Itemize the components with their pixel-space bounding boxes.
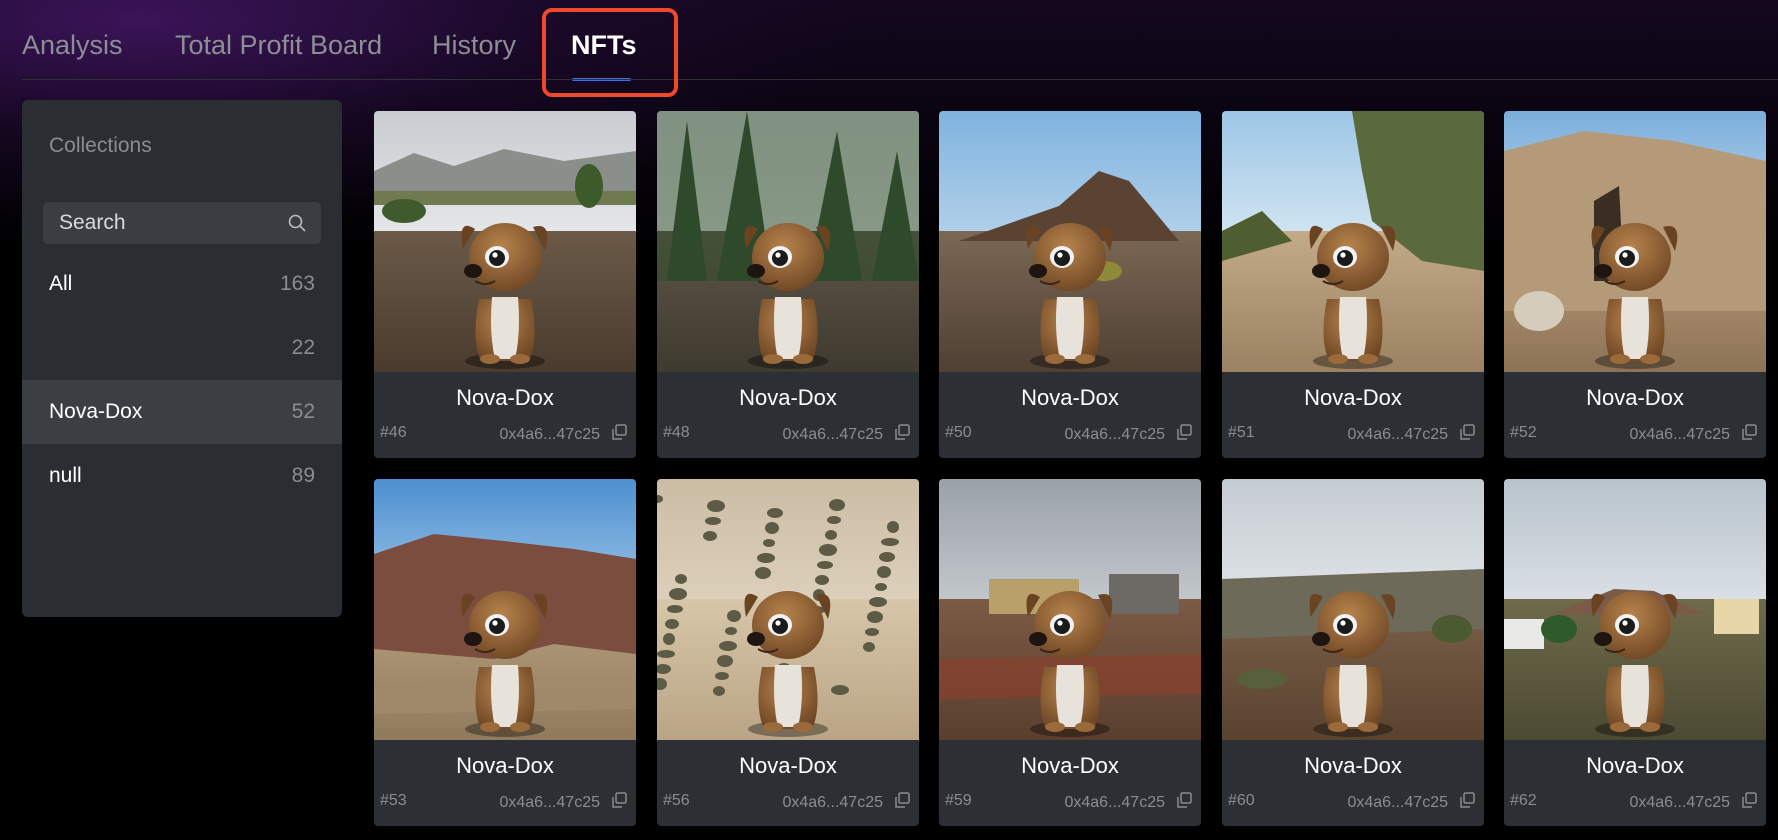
nft-name: Nova-Dox xyxy=(739,385,837,410)
nft-card[interactable]: Nova-Dox #50 0x4a6...47c25 xyxy=(939,111,1201,458)
nft-card[interactable]: Nova-Dox #46 0x4a6...47c25 xyxy=(374,111,636,458)
nft-contract-address: 0x4a6...47c25 xyxy=(1064,794,1165,811)
copy-icon[interactable] xyxy=(1458,791,1476,809)
nft-contract-address: 0x4a6...47c25 xyxy=(1629,426,1730,443)
highlight-annotation-box xyxy=(542,8,678,97)
collection-item-all[interactable]: All 163 xyxy=(22,252,342,316)
collection-count: 52 xyxy=(291,400,315,423)
copy-icon[interactable] xyxy=(893,423,911,441)
nft-contract-address: 0x4a6...47c25 xyxy=(782,794,883,811)
copy-icon[interactable] xyxy=(610,791,628,809)
collection-label: All xyxy=(49,272,73,295)
collection-item-nova-dox[interactable]: Nova-Dox 52 xyxy=(22,380,342,444)
nft-token-id: #46 xyxy=(380,424,407,441)
tab-analysis[interactable]: Analysis xyxy=(22,30,123,61)
nft-name: Nova-Dox xyxy=(1021,385,1119,410)
nft-contract-address: 0x4a6...47c25 xyxy=(1629,794,1730,811)
copy-icon[interactable] xyxy=(610,423,628,441)
collection-count: 22 xyxy=(291,336,315,359)
nft-card[interactable]: Nova-Dox #59 0x4a6...47c25 xyxy=(939,479,1201,826)
nft-image xyxy=(657,111,919,372)
nft-contract-address: 0x4a6...47c25 xyxy=(499,794,600,811)
nft-token-id: #50 xyxy=(945,424,972,441)
tab-bar: Analysis Total Profit Board History NFTs xyxy=(0,0,1778,97)
nft-image xyxy=(374,479,636,740)
nft-contract-address: 0x4a6...47c25 xyxy=(1064,426,1165,443)
nft-card[interactable]: Nova-Dox #62 0x4a6...47c25 xyxy=(1504,479,1766,826)
nft-token-id: #60 xyxy=(1228,792,1255,809)
tab-total-profit-board[interactable]: Total Profit Board xyxy=(175,30,382,61)
nft-card[interactable]: Nova-Dox #51 0x4a6...47c25 xyxy=(1222,111,1484,458)
nft-name: Nova-Dox xyxy=(739,753,837,778)
nft-contract-address: 0x4a6...47c25 xyxy=(499,426,600,443)
nft-image xyxy=(374,111,636,372)
collection-label: Nova-Dox xyxy=(49,400,143,423)
nft-token-id: #62 xyxy=(1510,792,1537,809)
copy-icon[interactable] xyxy=(893,791,911,809)
nft-image xyxy=(1504,111,1766,372)
collection-label: null xyxy=(49,464,82,487)
nft-image xyxy=(657,479,919,740)
nft-image xyxy=(1222,479,1484,740)
nft-card[interactable]: Nova-Dox #60 0x4a6...47c25 xyxy=(1222,479,1484,826)
collection-item-unnamed[interactable]: 22 xyxy=(22,316,342,380)
nft-name: Nova-Dox xyxy=(1304,385,1402,410)
collection-count: 89 xyxy=(291,464,315,487)
collections-sidebar: Collections All 163 22 Nova-Dox 52 null … xyxy=(22,100,342,617)
nft-token-id: #53 xyxy=(380,792,407,809)
nft-token-id: #52 xyxy=(1510,424,1537,441)
search-icon[interactable] xyxy=(287,213,307,233)
copy-icon[interactable] xyxy=(1175,791,1193,809)
nft-card[interactable]: Nova-Dox #56 0x4a6...47c25 xyxy=(657,479,919,826)
nft-token-id: #56 xyxy=(663,792,690,809)
nft-name: Nova-Dox xyxy=(456,753,554,778)
collection-count: 163 xyxy=(279,272,315,295)
nft-image xyxy=(1222,111,1484,372)
copy-icon[interactable] xyxy=(1175,423,1193,441)
collection-item-null[interactable]: null 89 xyxy=(22,444,342,508)
nft-image xyxy=(1504,479,1766,740)
tab-history[interactable]: History xyxy=(432,30,516,61)
nft-name: Nova-Dox xyxy=(1304,753,1402,778)
search-input[interactable] xyxy=(43,202,273,244)
copy-icon[interactable] xyxy=(1740,791,1758,809)
nft-token-id: #59 xyxy=(945,792,972,809)
nft-card[interactable]: Nova-Dox #48 0x4a6...47c25 xyxy=(657,111,919,458)
nft-token-id: #48 xyxy=(663,424,690,441)
nft-contract-address: 0x4a6...47c25 xyxy=(1347,794,1448,811)
nft-image xyxy=(939,111,1201,372)
nft-contract-address: 0x4a6...47c25 xyxy=(782,426,883,443)
nft-name: Nova-Dox xyxy=(456,385,554,410)
tab-divider xyxy=(22,79,1778,80)
nft-name: Nova-Dox xyxy=(1586,385,1684,410)
copy-icon[interactable] xyxy=(1458,423,1476,441)
nft-name: Nova-Dox xyxy=(1586,753,1684,778)
sidebar-title: Collections xyxy=(49,134,152,157)
nft-token-id: #51 xyxy=(1228,424,1255,441)
nft-image xyxy=(939,479,1201,740)
nft-card[interactable]: Nova-Dox #52 0x4a6...47c25 xyxy=(1504,111,1766,458)
search-box xyxy=(43,202,321,244)
nft-name: Nova-Dox xyxy=(1021,753,1119,778)
copy-icon[interactable] xyxy=(1740,423,1758,441)
nft-card[interactable]: Nova-Dox #53 0x4a6...47c25 xyxy=(374,479,636,826)
nft-contract-address: 0x4a6...47c25 xyxy=(1347,426,1448,443)
